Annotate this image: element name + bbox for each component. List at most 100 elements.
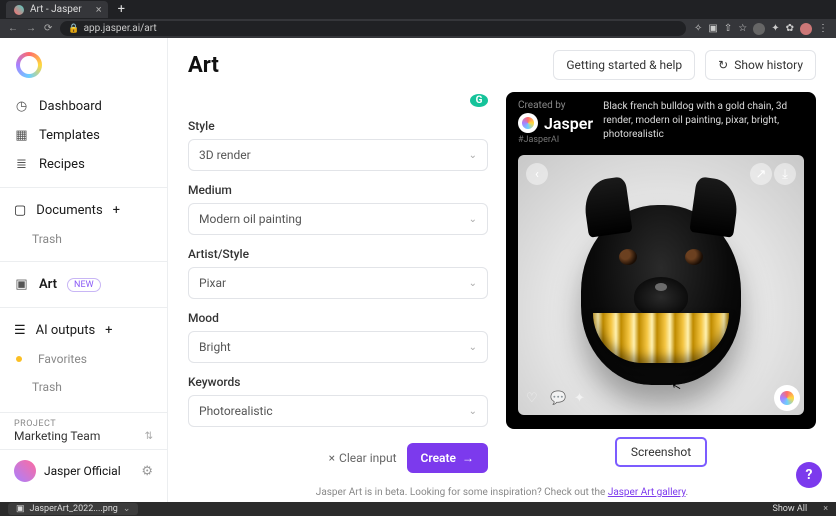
project-value: Marketing Team	[14, 429, 100, 443]
chevron-down-icon: ⌄	[469, 278, 477, 289]
chevron-down-icon: ⌄	[469, 150, 477, 161]
chevron-down-icon: ⌄	[469, 214, 477, 225]
medium-label: Medium	[188, 183, 488, 197]
show-history-button[interactable]: ↻ Show history	[705, 50, 816, 80]
main: Art Getting started & help ↻ Show histor…	[168, 38, 836, 502]
jasper-logo	[518, 113, 538, 133]
download-chip[interactable]: ▣ JasperArt_2022....png ⌄	[8, 503, 138, 515]
sidebar-item-ai-outputs[interactable]: ☰ AI outputs +	[0, 316, 167, 345]
share-icon[interactable]: ↗	[750, 163, 772, 185]
sidebar-item-favorites[interactable]: Favorites	[0, 345, 167, 373]
medium-select[interactable]: Modern oil painting ⌄	[188, 203, 488, 235]
chevron-down-icon: ⌄	[469, 342, 477, 353]
keywords-select[interactable]: Photorealistic ⌄	[188, 395, 488, 427]
ext-icon[interactable]	[753, 23, 765, 35]
button-label: Clear input	[339, 451, 397, 465]
preview-column: Created by Jasper #JasperAI Black french…	[506, 92, 816, 473]
sidebar-item-label: AI outputs	[36, 323, 96, 338]
ext-icon[interactable]: ▣	[708, 23, 717, 34]
download-filename: JasperArt_2022....png	[30, 504, 118, 514]
image-icon: ▣	[16, 504, 25, 514]
sidebar-item-label: Art	[39, 277, 57, 292]
user-name: Jasper Official	[44, 464, 121, 478]
gallery-link[interactable]: Jasper Art gallery	[608, 487, 686, 498]
chat-icon[interactable]: 💬	[550, 391, 566, 407]
user-menu[interactable]: Jasper Official ⚙	[0, 449, 167, 492]
heart-icon[interactable]: ♡	[526, 391, 542, 407]
back-icon[interactable]: ←	[8, 23, 18, 34]
footer-note: Jasper Art is in beta. Looking for some …	[168, 481, 836, 502]
avatar	[14, 460, 36, 482]
close-icon: ×	[329, 451, 335, 465]
ext-icon[interactable]: ✦	[771, 23, 779, 34]
sidebar-item-trash[interactable]: Trash	[0, 225, 167, 253]
screenshot-button[interactable]: Screenshot	[615, 437, 707, 467]
sidebar-item-documents[interactable]: ▢ Documents +	[0, 196, 167, 225]
close-icon[interactable]: ×	[96, 3, 102, 16]
download-icon[interactable]: ⤓	[774, 163, 796, 185]
lock-icon: 🔒	[68, 24, 79, 34]
forward-icon[interactable]: →	[26, 23, 36, 34]
ext-icon[interactable]: ✿	[786, 23, 794, 34]
ext-icon[interactable]: ✧	[694, 23, 702, 34]
chevron-down-icon[interactable]: ⌄	[123, 504, 131, 514]
sidebar-item-label: Recipes	[39, 157, 85, 172]
grammarly-icon[interactable]: G	[470, 94, 488, 107]
mood-select[interactable]: Bright ⌄	[188, 331, 488, 363]
ext-icon[interactable]: ⇧	[724, 23, 732, 34]
plus-icon[interactable]: +	[113, 203, 120, 218]
sidebar-item-label: Documents	[36, 203, 102, 218]
jasper-logo[interactable]	[16, 52, 42, 78]
sidebar-item-trash[interactable]: Trash	[0, 373, 167, 401]
created-by-label: Created by	[518, 100, 566, 111]
chevron-updown-icon: ⇅	[145, 431, 153, 442]
new-tab-button[interactable]: +	[118, 2, 125, 17]
wand-icon[interactable]: ✦	[574, 391, 590, 407]
select-value: Pixar	[199, 276, 226, 290]
sidebar-item-label: Dashboard	[39, 99, 102, 114]
gear-icon[interactable]: ⚙	[141, 464, 153, 479]
image-icon: ▣	[14, 277, 29, 292]
style-label: Style	[188, 119, 488, 133]
browser-tab[interactable]: Art - Jasper ×	[6, 1, 108, 18]
style-select[interactable]: 3D render ⌄	[188, 139, 488, 171]
topbar: Art Getting started & help ↻ Show histor…	[168, 38, 836, 92]
project-switcher[interactable]: PROJECT Marketing Team ⇅	[0, 412, 167, 449]
artist-select[interactable]: Pixar ⌄	[188, 267, 488, 299]
getting-started-button[interactable]: Getting started & help	[553, 50, 695, 80]
sidebar-item-templates[interactable]: ▦ Templates	[0, 121, 167, 150]
new-badge: NEW	[67, 278, 101, 292]
back-icon[interactable]: ‹	[526, 163, 548, 185]
sidebar-item-recipes[interactable]: ≣ Recipes	[0, 150, 167, 179]
ext-icon[interactable]: ☆	[738, 23, 747, 34]
menu-icon[interactable]: ⋮	[818, 23, 828, 34]
browser-extensions: ✧ ▣ ⇧ ☆ ✦ ✿ ⋮	[694, 23, 828, 35]
address-bar[interactable]: 🔒 app.jasper.ai/art	[60, 21, 686, 36]
help-fab[interactable]: ?	[796, 462, 822, 488]
artist-label: Artist/Style	[188, 247, 488, 261]
show-all-link[interactable]: Show All	[773, 504, 808, 514]
prompt-description: Black french bulldog with a gold chain, …	[603, 100, 804, 145]
button-label: Getting started & help	[566, 58, 682, 72]
button-label: Screenshot	[631, 445, 691, 459]
sidebar-item-art[interactable]: ▣ Art NEW	[0, 270, 167, 299]
create-button[interactable]: Create →	[407, 443, 488, 473]
form: G Style 3D render ⌄ Medium Modern oil pa…	[188, 92, 488, 473]
select-value: 3D render	[199, 148, 251, 162]
sidebar-item-label: Trash	[32, 232, 62, 246]
list-icon: ≣	[14, 157, 29, 172]
sidebar: ◷ Dashboard ▦ Templates ≣ Recipes ▢ Docu…	[0, 38, 168, 502]
browser-toolbar: ← → ⟳ 🔒 app.jasper.ai/art ✧ ▣ ⇧ ☆ ✦ ✿ ⋮	[0, 19, 836, 38]
arrow-right-icon: →	[462, 451, 474, 465]
clear-input-button[interactable]: × Clear input	[329, 451, 397, 465]
grid-icon: ▦	[14, 128, 29, 143]
close-icon[interactable]: ×	[823, 504, 828, 514]
profile-icon[interactable]	[800, 23, 812, 35]
preview-card: Created by Jasper #JasperAI Black french…	[506, 92, 816, 429]
jasper-logo	[776, 387, 798, 409]
reload-icon[interactable]: ⟳	[44, 23, 52, 34]
project-label: PROJECT	[14, 419, 153, 429]
plus-icon[interactable]: +	[105, 323, 112, 338]
generated-image[interactable]: ‹ ↗ ⤓ ♡ 💬 ✦ ↖	[518, 155, 804, 415]
sidebar-item-dashboard[interactable]: ◷ Dashboard	[0, 92, 167, 121]
